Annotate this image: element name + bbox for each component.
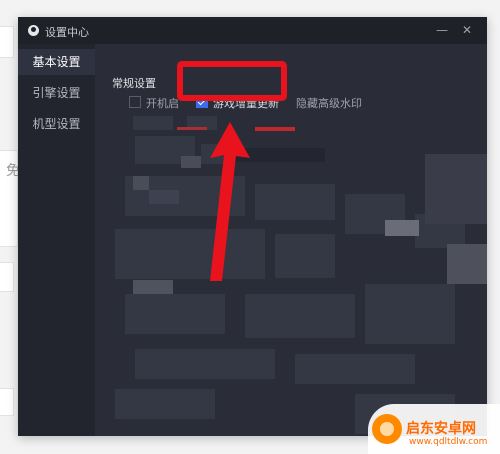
annotation-arrow (210, 122, 250, 281)
watermark-logo-icon (372, 414, 402, 444)
watermark-title: 启东安卓网 (406, 421, 476, 437)
watermark-url: www.qdltdlw.com (409, 437, 488, 447)
